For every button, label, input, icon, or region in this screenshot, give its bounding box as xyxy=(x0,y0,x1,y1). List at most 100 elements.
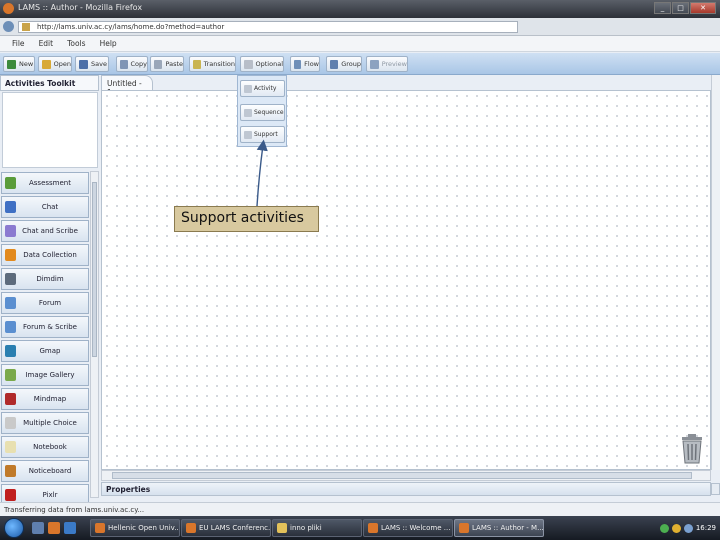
taskbar-task[interactable]: EU LAMS Conferenc... xyxy=(181,519,271,537)
status-bar: Transferring data from lams.univ.ac.cy..… xyxy=(0,502,720,516)
toolkit-item-label: Notebook xyxy=(33,443,67,451)
toolkit-item[interactable]: Data Collection xyxy=(1,244,89,266)
paste-icon xyxy=(154,59,163,69)
toolkit-item[interactable]: Chat xyxy=(1,196,89,218)
site-favicon xyxy=(22,23,30,31)
toolkit-item[interactable]: Image Gallery xyxy=(1,364,89,386)
tool-icon xyxy=(5,297,16,309)
tool-icon xyxy=(5,321,16,333)
start-button[interactable] xyxy=(4,518,24,538)
toolkit-description-pane xyxy=(2,92,98,168)
preview-button[interactable]: Preview xyxy=(366,56,408,72)
taskbar-task[interactable]: LAMS :: Welcome ... xyxy=(363,519,453,537)
toolkit-item[interactable]: Forum xyxy=(1,292,89,314)
toolkit-item[interactable]: Notebook xyxy=(1,436,89,458)
copy-button[interactable]: Copy xyxy=(116,56,148,72)
task-app-icon xyxy=(186,523,196,533)
menu-tools[interactable]: Tools xyxy=(67,39,85,48)
taskbar-task[interactable]: LAMS :: Author - M... xyxy=(454,519,544,537)
ie-quicklaunch-icon[interactable] xyxy=(64,522,76,534)
properties-toggle-button[interactable] xyxy=(711,483,720,495)
taskbar-task[interactable]: inno pliki xyxy=(272,519,362,537)
tool-icon xyxy=(5,345,16,357)
paste-button[interactable]: Paste xyxy=(150,56,184,72)
tool-icon xyxy=(5,225,16,237)
trash-icon[interactable] xyxy=(680,432,704,464)
task-app-icon xyxy=(277,523,287,533)
toolkit-item-label: Mindmap xyxy=(33,395,67,403)
magnifier-icon xyxy=(370,59,379,69)
optional-support-item[interactable]: Support xyxy=(240,126,285,143)
menu-bar: File Edit Tools Help xyxy=(0,36,720,52)
address-bar: http://lams.univ.ac.cy/lams/home.do?meth… xyxy=(0,18,720,36)
new-button[interactable]: New xyxy=(3,56,35,72)
close-button[interactable]: ✕ xyxy=(690,2,716,14)
show-desktop-icon[interactable] xyxy=(32,522,44,534)
toolkit-item[interactable]: Forum & Scribe xyxy=(1,316,89,338)
flow-button[interactable]: Flow xyxy=(290,56,320,72)
save-button[interactable]: Save xyxy=(75,56,109,72)
url-field[interactable]: http://lams.univ.ac.cy/lams/home.do?meth… xyxy=(18,21,518,33)
toolkit-item[interactable]: Mindmap xyxy=(1,388,89,410)
firefox-quicklaunch-icon[interactable] xyxy=(48,522,60,534)
task-app-icon xyxy=(368,523,378,533)
folder-icon xyxy=(42,59,51,69)
menu-file[interactable]: File xyxy=(12,39,25,48)
toolkit-scroll-thumb[interactable] xyxy=(92,182,97,357)
taskbar-task-label: LAMS :: Welcome ... xyxy=(381,524,451,532)
tool-icon xyxy=(5,249,16,261)
group-button[interactable]: Group xyxy=(326,56,362,72)
windows-taskbar: Hellenic Open Univ... EU LAMS Conferenc..… xyxy=(0,516,720,540)
optional-activity-item[interactable]: Activity xyxy=(240,80,285,97)
canvas-vertical-scrollbar[interactable] xyxy=(711,75,720,470)
open-button[interactable]: Open xyxy=(38,56,72,72)
disk-icon xyxy=(79,59,88,69)
transition-button[interactable]: Transition xyxy=(189,56,236,72)
network-icon[interactable] xyxy=(659,523,669,533)
toolkit-item[interactable]: Assessment xyxy=(1,172,89,194)
toolkit-item[interactable]: Dimdim xyxy=(1,268,89,290)
toolkit-item[interactable]: Noticeboard xyxy=(1,460,89,482)
clock[interactable]: 16:29 xyxy=(696,524,716,532)
activity-icon xyxy=(244,84,252,93)
authoring-toolbar: New Open Save Copy Paste Transition Opti… xyxy=(0,53,720,75)
security-icon[interactable] xyxy=(671,523,681,533)
window-controls: _ □ ✕ xyxy=(654,2,716,14)
sequence-icon xyxy=(244,108,252,117)
tab-untitled-1[interactable]: Untitled - 1 xyxy=(101,75,153,97)
back-icon[interactable] xyxy=(3,21,14,32)
optional-sequence-item[interactable]: Sequence xyxy=(240,104,285,121)
taskbar-task[interactable]: Hellenic Open Univ... xyxy=(90,519,180,537)
canvas-scroll-thumb[interactable] xyxy=(112,472,692,479)
toolkit-scrollbar[interactable] xyxy=(90,171,99,498)
toolkit-item-label: Chat xyxy=(41,203,59,211)
minimize-button[interactable]: _ xyxy=(654,2,671,14)
support-activities-callout: Support activities xyxy=(174,206,319,232)
url-text: http://lams.univ.ac.cy/lams/home.do?meth… xyxy=(37,23,225,31)
canvas-horizontal-scrollbar[interactable] xyxy=(101,470,711,481)
volume-icon[interactable] xyxy=(683,523,693,533)
menu-edit[interactable]: Edit xyxy=(39,39,54,48)
toolkit-item-label: Data Collection xyxy=(23,251,77,259)
taskbar-task-label: LAMS :: Author - M... xyxy=(472,524,544,532)
tool-icon xyxy=(5,369,16,381)
tool-icon xyxy=(5,417,16,429)
toolkit-item[interactable]: Multiple Choice xyxy=(1,412,89,434)
toolkit-item[interactable]: Gmap xyxy=(1,340,89,362)
toolkit-item-label: Multiple Choice xyxy=(23,419,77,427)
tool-icon xyxy=(5,441,16,453)
properties-panel-header[interactable]: Properties xyxy=(101,482,711,496)
tool-icon xyxy=(5,465,16,477)
tool-icon xyxy=(5,177,16,189)
maximize-button[interactable]: □ xyxy=(672,2,689,14)
toolkit-item-label: Gmap xyxy=(39,347,61,355)
toolkit-item-label: Image Gallery xyxy=(25,371,75,379)
optional-button[interactable]: Optional xyxy=(240,56,284,72)
group-icon xyxy=(330,59,339,69)
menu-help[interactable]: Help xyxy=(100,39,117,48)
taskbar-task-label: Hellenic Open Univ... xyxy=(108,524,180,532)
toolkit-item[interactable]: Chat and Scribe xyxy=(1,220,89,242)
design-canvas[interactable] xyxy=(101,90,711,470)
new-icon xyxy=(7,59,16,69)
optional-icon xyxy=(244,59,253,69)
